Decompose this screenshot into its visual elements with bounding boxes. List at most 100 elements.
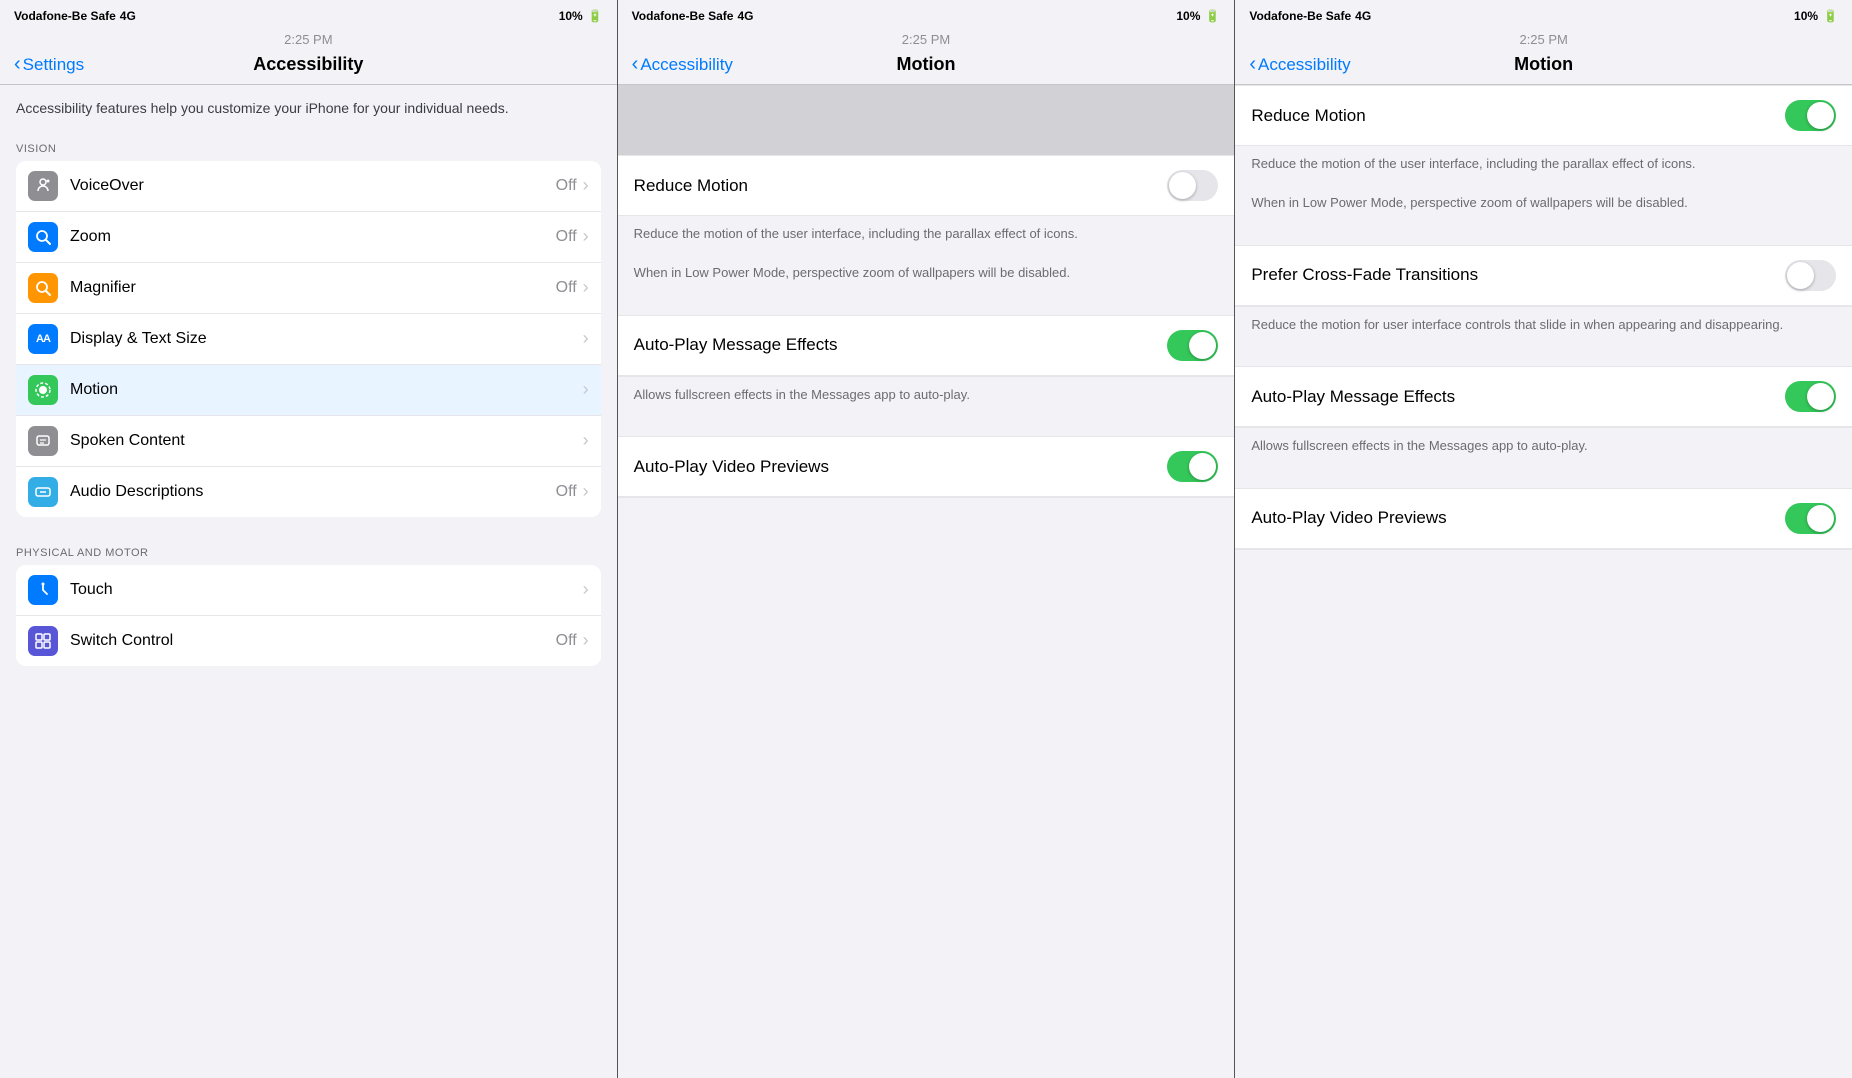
auto-play-msg-knob-on [1807, 383, 1834, 410]
auto-play-msg-desc-off: Allows fullscreen effects in the Message… [618, 377, 1235, 419]
nav-title-accessibility: Accessibility [253, 54, 363, 75]
auto-play-video-label-off: Auto-Play Video Previews [634, 457, 1168, 477]
voiceover-chevron [583, 175, 589, 196]
auto-play-video-label-on: Auto-Play Video Previews [1251, 508, 1785, 528]
auto-play-video-row-on: Auto-Play Video Previews [1235, 489, 1852, 549]
battery-percent-2: 10% [1176, 9, 1200, 23]
auto-play-video-knob-on [1807, 505, 1834, 532]
magnifier-chevron [583, 277, 589, 298]
intro-text: Accessibility features help you customiz… [0, 85, 617, 129]
voiceover-icon [28, 171, 58, 201]
panel-accessibility: Vodafone-Be Safe 4G 10% 🔋 2:25 PM ‹ Sett… [0, 0, 618, 1078]
network-3: 4G [1355, 9, 1371, 23]
reduce-motion-toggle-off[interactable] [1167, 170, 1218, 201]
reduce-motion-desc-on: Reduce the motion of the user interface,… [1235, 146, 1852, 227]
motion-item[interactable]: Motion [16, 365, 601, 416]
network-2: 4G [737, 9, 753, 23]
cross-fade-knob [1787, 262, 1814, 289]
cross-fade-row: Prefer Cross-Fade Transitions [1235, 246, 1852, 306]
auto-play-video-section-on: Auto-Play Video Previews [1235, 488, 1852, 550]
auto-play-video-toggle-off[interactable] [1167, 451, 1218, 482]
carrier-2: Vodafone-Be Safe [632, 9, 734, 23]
nav-back-label-3[interactable]: Accessibility [1258, 55, 1351, 75]
nav-wrapper-1: ‹ Settings Accessibility [14, 53, 603, 76]
nav-back-label[interactable]: Settings [23, 55, 84, 75]
chevron-back-icon-2: ‹ [632, 53, 639, 76]
cross-fade-label: Prefer Cross-Fade Transitions [1251, 265, 1785, 285]
audio-descriptions-chevron [583, 481, 589, 502]
reduce-motion-knob-on [1807, 102, 1834, 129]
status-right-1: 10% 🔋 [559, 9, 603, 23]
zoom-item[interactable]: Zoom Off [16, 212, 601, 263]
audio-descriptions-label: Audio Descriptions [70, 483, 556, 501]
status-left-1: Vodafone-Be Safe 4G [14, 9, 136, 23]
spoken-content-item[interactable]: Spoken Content [16, 416, 601, 467]
battery-icon-3: 🔋 [1823, 9, 1838, 23]
network-1: 4G [120, 9, 136, 23]
cross-fade-toggle[interactable] [1785, 260, 1836, 291]
nav-back-label-2[interactable]: Accessibility [640, 55, 733, 75]
display-text-icon: AA [28, 324, 58, 354]
voiceover-label: VoiceOver [70, 177, 556, 195]
vision-section-header: VISION [0, 129, 617, 161]
auto-play-msg-section-on: Auto-Play Message Effects [1235, 366, 1852, 428]
battery-percent-3: 10% [1794, 9, 1818, 23]
nav-wrapper-2: ‹ Accessibility Motion [632, 53, 1221, 76]
magnifier-icon [28, 273, 58, 303]
switch-control-icon [28, 626, 58, 656]
display-text-chevron [583, 328, 589, 349]
status-bar-3: Vodafone-Be Safe 4G 10% 🔋 [1235, 0, 1852, 30]
auto-play-video-toggle-on[interactable] [1785, 503, 1836, 534]
auto-play-msg-toggle-off[interactable] [1167, 330, 1218, 361]
auto-play-msg-label-on: Auto-Play Message Effects [1251, 387, 1785, 407]
nav-bar-2: ‹ Accessibility Motion [618, 47, 1235, 85]
reduce-motion-toggle-on[interactable] [1785, 100, 1836, 131]
auto-play-msg-row-off: Auto-Play Message Effects [618, 316, 1235, 376]
battery-icon-1: 🔋 [588, 9, 603, 23]
motion-content-on: Reduce Motion Reduce the motion of the u… [1235, 85, 1852, 1078]
nav-title-motion-3: Motion [1514, 54, 1573, 75]
magnifier-label: Magnifier [70, 279, 556, 297]
auto-play-msg-label-off: Auto-Play Message Effects [634, 335, 1168, 355]
auto-play-video-row-off: Auto-Play Video Previews [618, 437, 1235, 497]
display-text-label: Display & Text Size [70, 330, 583, 348]
nav-title-motion-2: Motion [897, 54, 956, 75]
nav-back-settings[interactable]: ‹ Settings [14, 53, 84, 76]
spoken-content-icon [28, 426, 58, 456]
status-left-3: Vodafone-Be Safe 4G [1249, 9, 1371, 23]
reduce-motion-row-off: Reduce Motion [618, 156, 1235, 216]
auto-play-msg-toggle-on[interactable] [1785, 381, 1836, 412]
status-right-2: 10% 🔋 [1176, 9, 1220, 23]
reduce-motion-label-on: Reduce Motion [1251, 106, 1785, 126]
accessibility-content: Accessibility features help you customiz… [0, 85, 617, 1078]
time-1: 2:25 PM [0, 30, 617, 47]
audio-descriptions-item[interactable]: Audio Descriptions Off [16, 467, 601, 517]
motion-chevron [583, 379, 589, 400]
display-text-size-item[interactable]: AA Display & Text Size [16, 314, 601, 365]
magnifier-item[interactable]: Magnifier Off [16, 263, 601, 314]
nav-back-accessibility-3[interactable]: ‹ Accessibility [1249, 53, 1350, 76]
time-3: 2:25 PM [1235, 30, 1852, 47]
chevron-back-icon: ‹ [14, 53, 21, 76]
cross-fade-desc: Reduce the motion for user interface con… [1235, 307, 1852, 349]
touch-label: Touch [70, 581, 583, 599]
chevron-back-icon-3: ‹ [1249, 53, 1256, 76]
motion-label: Motion [70, 381, 583, 399]
motion-content-off: Reduce Motion Reduce the motion of the u… [618, 155, 1235, 1078]
auto-play-msg-section-off: Auto-Play Message Effects [618, 315, 1235, 377]
panel-motion-off: Vodafone-Be Safe 4G 10% 🔋 2:25 PM ‹ Acce… [618, 0, 1236, 1078]
zoom-chevron [583, 226, 589, 247]
voiceover-item[interactable]: VoiceOver Off [16, 161, 601, 212]
nav-wrapper-3: ‹ Accessibility Motion [1249, 53, 1838, 76]
reduce-motion-knob-off [1169, 172, 1196, 199]
auto-play-msg-row-on: Auto-Play Message Effects [1235, 367, 1852, 427]
magnifier-value: Off [556, 279, 577, 297]
touch-icon [28, 575, 58, 605]
touch-item[interactable]: Touch [16, 565, 601, 616]
switch-control-item[interactable]: Switch Control Off [16, 616, 601, 666]
nav-back-accessibility-2[interactable]: ‹ Accessibility [632, 53, 733, 76]
status-right-3: 10% 🔋 [1794, 9, 1838, 23]
reduce-motion-row-on: Reduce Motion [1235, 86, 1852, 146]
time-2: 2:25 PM [618, 30, 1235, 47]
nav-bar-1: ‹ Settings Accessibility [0, 47, 617, 85]
